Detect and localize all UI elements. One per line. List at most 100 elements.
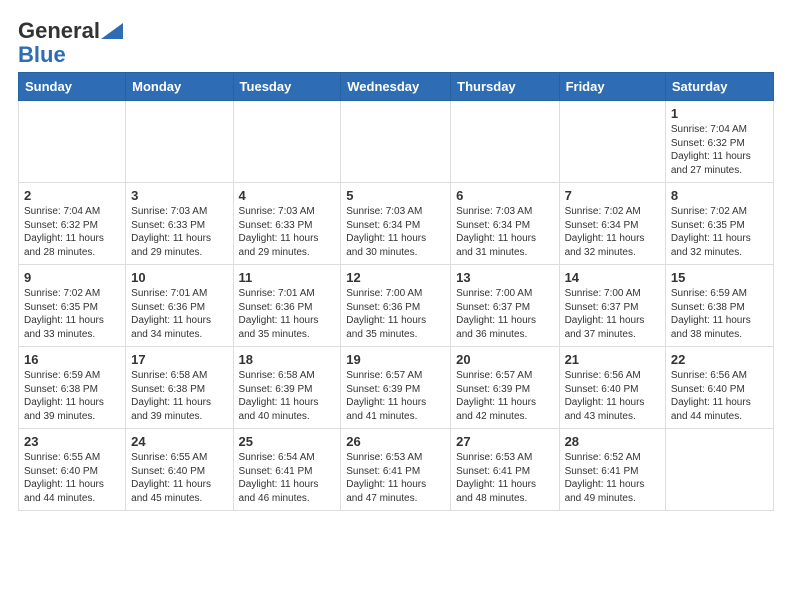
- calendar-cell: 17 Sunrise: 6:58 AM Sunset: 6:38 PM Dayli…: [126, 347, 233, 429]
- calendar-cell: 25 Sunrise: 6:54 AM Sunset: 6:41 PM Dayli…: [233, 429, 341, 511]
- calendar-cell: [665, 429, 773, 511]
- calendar-cell: 27Sunrise: 6:53 AM Sunset: 6:41 PM Dayli…: [451, 429, 559, 511]
- day-info: Sunrise: 6:53 AM Sunset: 6:41 PM Dayligh…: [346, 451, 445, 505]
- day-number: 11: [239, 270, 336, 285]
- calendar-cell: 24Sunrise: 6:55 AM Sunset: 6:40 PM Dayli…: [126, 429, 233, 511]
- calendar-cell: 26 Sunrise: 6:53 AM Sunset: 6:41 PM Dayli…: [341, 429, 451, 511]
- day-info: Sunrise: 6:55 AM Sunset: 6:40 PM Dayligh…: [131, 451, 227, 505]
- weekday-header-monday: Monday: [126, 73, 233, 101]
- calendar-week-row: 16 Sunrise: 6:59 AM Sunset: 6:38 PM Dayli…: [19, 347, 774, 429]
- calendar-cell: 18 Sunrise: 6:58 AM Sunset: 6:39 PM Dayli…: [233, 347, 341, 429]
- day-info: Sunrise: 7:03 AM Sunset: 6:33 PM Dayligh…: [131, 205, 227, 259]
- calendar-cell: 19 Sunrise: 6:57 AM Sunset: 6:39 PM Dayli…: [341, 347, 451, 429]
- calendar-header-row: SundayMondayTuesdayWednesdayThursdayFrid…: [19, 73, 774, 101]
- day-number: 13: [456, 270, 553, 285]
- day-info: Sunrise: 7:01 AM Sunset: 6:36 PM Dayligh…: [239, 287, 336, 341]
- day-number: 22: [671, 352, 768, 367]
- calendar-cell: [126, 101, 233, 183]
- day-number: 19: [346, 352, 445, 367]
- day-info: Sunrise: 7:04 AM Sunset: 6:32 PM Dayligh…: [671, 123, 768, 177]
- calendar-cell: 12 Sunrise: 7:00 AM Sunset: 6:36 PM Dayli…: [341, 265, 451, 347]
- day-info: Sunrise: 7:03 AM Sunset: 6:34 PM Dayligh…: [346, 205, 445, 259]
- calendar-week-row: 23 Sunrise: 6:55 AM Sunset: 6:40 PM Dayli…: [19, 429, 774, 511]
- logo-general-text: General: [18, 18, 100, 44]
- weekday-header-wednesday: Wednesday: [341, 73, 451, 101]
- day-info: Sunrise: 7:04 AM Sunset: 6:32 PM Dayligh…: [24, 205, 120, 259]
- calendar-table: SundayMondayTuesdayWednesdayThursdayFrid…: [18, 72, 774, 511]
- day-number: 14: [565, 270, 660, 285]
- day-info: Sunrise: 7:02 AM Sunset: 6:35 PM Dayligh…: [24, 287, 120, 341]
- calendar-cell: 8Sunrise: 7:02 AM Sunset: 6:35 PM Daylig…: [665, 183, 773, 265]
- day-info: Sunrise: 7:00 AM Sunset: 6:36 PM Dayligh…: [346, 287, 445, 341]
- calendar-cell: 9 Sunrise: 7:02 AM Sunset: 6:35 PM Daylig…: [19, 265, 126, 347]
- page: General Blue SundayMondayTuesdayWednesda…: [0, 0, 792, 521]
- day-info: Sunrise: 6:58 AM Sunset: 6:38 PM Dayligh…: [131, 369, 227, 423]
- weekday-header-tuesday: Tuesday: [233, 73, 341, 101]
- day-info: Sunrise: 6:57 AM Sunset: 6:39 PM Dayligh…: [456, 369, 553, 423]
- header: General Blue: [18, 18, 774, 66]
- day-number: 6: [456, 188, 553, 203]
- calendar-cell: 28 Sunrise: 6:52 AM Sunset: 6:41 PM Dayli…: [559, 429, 665, 511]
- calendar-cell: 15 Sunrise: 6:59 AM Sunset: 6:38 PM Dayli…: [665, 265, 773, 347]
- calendar-cell: [341, 101, 451, 183]
- weekday-header-sunday: Sunday: [19, 73, 126, 101]
- calendar-cell: 16 Sunrise: 6:59 AM Sunset: 6:38 PM Dayli…: [19, 347, 126, 429]
- weekday-header-friday: Friday: [559, 73, 665, 101]
- day-info: Sunrise: 6:58 AM Sunset: 6:39 PM Dayligh…: [239, 369, 336, 423]
- logo-triangle-icon: [101, 23, 123, 39]
- calendar-cell: [19, 101, 126, 183]
- day-info: Sunrise: 7:00 AM Sunset: 6:37 PM Dayligh…: [565, 287, 660, 341]
- day-info: Sunrise: 7:02 AM Sunset: 6:35 PM Dayligh…: [671, 205, 768, 259]
- day-number: 2: [24, 188, 120, 203]
- day-number: 25: [239, 434, 336, 449]
- day-number: 16: [24, 352, 120, 367]
- day-info: Sunrise: 6:52 AM Sunset: 6:41 PM Dayligh…: [565, 451, 660, 505]
- calendar-cell: 13 Sunrise: 7:00 AM Sunset: 6:37 PM Dayli…: [451, 265, 559, 347]
- logo: General Blue: [18, 18, 123, 66]
- calendar-week-row: 1 Sunrise: 7:04 AM Sunset: 6:32 PM Daylig…: [19, 101, 774, 183]
- calendar-cell: 21 Sunrise: 6:56 AM Sunset: 6:40 PM Dayli…: [559, 347, 665, 429]
- day-number: 9: [24, 270, 120, 285]
- calendar-cell: 11 Sunrise: 7:01 AM Sunset: 6:36 PM Dayli…: [233, 265, 341, 347]
- day-number: 17: [131, 352, 227, 367]
- day-number: 18: [239, 352, 336, 367]
- day-number: 21: [565, 352, 660, 367]
- day-number: 7: [565, 188, 660, 203]
- calendar-cell: 7Sunrise: 7:02 AM Sunset: 6:34 PM Daylig…: [559, 183, 665, 265]
- day-number: 5: [346, 188, 445, 203]
- day-info: Sunrise: 7:03 AM Sunset: 6:34 PM Dayligh…: [456, 205, 553, 259]
- calendar-cell: 2 Sunrise: 7:04 AM Sunset: 6:32 PM Daylig…: [19, 183, 126, 265]
- day-number: 15: [671, 270, 768, 285]
- day-info: Sunrise: 7:01 AM Sunset: 6:36 PM Dayligh…: [131, 287, 227, 341]
- day-info: Sunrise: 6:56 AM Sunset: 6:40 PM Dayligh…: [671, 369, 768, 423]
- day-number: 12: [346, 270, 445, 285]
- calendar-cell: 4 Sunrise: 7:03 AM Sunset: 6:33 PM Daylig…: [233, 183, 341, 265]
- weekday-header-saturday: Saturday: [665, 73, 773, 101]
- day-info: Sunrise: 7:00 AM Sunset: 6:37 PM Dayligh…: [456, 287, 553, 341]
- calendar-week-row: 9 Sunrise: 7:02 AM Sunset: 6:35 PM Daylig…: [19, 265, 774, 347]
- calendar-cell: [233, 101, 341, 183]
- day-info: Sunrise: 6:57 AM Sunset: 6:39 PM Dayligh…: [346, 369, 445, 423]
- calendar-cell: 6 Sunrise: 7:03 AM Sunset: 6:34 PM Daylig…: [451, 183, 559, 265]
- day-number: 1: [671, 106, 768, 121]
- calendar-cell: 5 Sunrise: 7:03 AM Sunset: 6:34 PM Daylig…: [341, 183, 451, 265]
- calendar-cell: 22 Sunrise: 6:56 AM Sunset: 6:40 PM Dayli…: [665, 347, 773, 429]
- day-info: Sunrise: 6:59 AM Sunset: 6:38 PM Dayligh…: [24, 369, 120, 423]
- day-info: Sunrise: 6:54 AM Sunset: 6:41 PM Dayligh…: [239, 451, 336, 505]
- day-number: 4: [239, 188, 336, 203]
- day-number: 23: [24, 434, 120, 449]
- calendar-cell: 3Sunrise: 7:03 AM Sunset: 6:33 PM Daylig…: [126, 183, 233, 265]
- day-number: 26: [346, 434, 445, 449]
- day-info: Sunrise: 6:55 AM Sunset: 6:40 PM Dayligh…: [24, 451, 120, 505]
- calendar-cell: 1 Sunrise: 7:04 AM Sunset: 6:32 PM Daylig…: [665, 101, 773, 183]
- day-info: Sunrise: 7:03 AM Sunset: 6:33 PM Dayligh…: [239, 205, 336, 259]
- calendar-week-row: 2 Sunrise: 7:04 AM Sunset: 6:32 PM Daylig…: [19, 183, 774, 265]
- day-info: Sunrise: 6:53 AM Sunset: 6:41 PM Dayligh…: [456, 451, 553, 505]
- calendar-cell: 10 Sunrise: 7:01 AM Sunset: 6:36 PM Dayli…: [126, 265, 233, 347]
- day-info: Sunrise: 6:56 AM Sunset: 6:40 PM Dayligh…: [565, 369, 660, 423]
- day-number: 10: [131, 270, 227, 285]
- logo-blue-text: Blue: [18, 44, 66, 66]
- day-number: 20: [456, 352, 553, 367]
- day-info: Sunrise: 6:59 AM Sunset: 6:38 PM Dayligh…: [671, 287, 768, 341]
- day-number: 28: [565, 434, 660, 449]
